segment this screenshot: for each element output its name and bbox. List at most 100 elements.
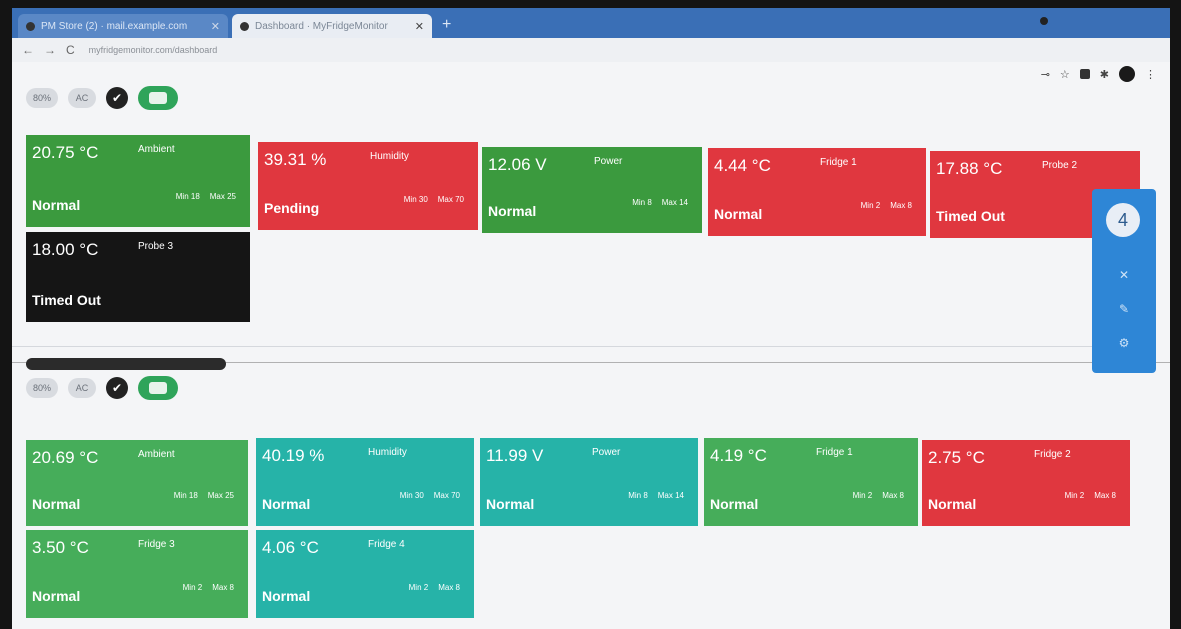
sensor-status: Normal [928,496,977,512]
settings-icon[interactable]: ⚙ [1116,335,1132,351]
range-min: Min 2 [182,583,203,592]
range-min: Min 2 [408,583,429,592]
sensor-card-fridge-3[interactable]: 3.50 °C Fridge 3 Min 2 Max 8 Normal [26,530,248,618]
sensor-name: Fridge 2 [1034,449,1071,460]
site-name [26,64,178,80]
reload-button[interactable]: C [66,43,75,57]
sensor-card-power[interactable]: 11.99 V Power Min 8 Max 14 Normal [480,438,698,526]
browser-window: PM Store (2) · mail.example.com ✕ Dashbo… [12,8,1170,629]
sensor-card-ambient[interactable]: 20.69 °C Ambient Min 18 Max 25 Normal [26,440,248,526]
sensor-name: Ambient [138,144,175,155]
sensor-name: Fridge 4 [368,539,405,550]
new-tab-button[interactable]: + [442,16,451,34]
sensor-card-fridge-1[interactable]: 4.19 °C Fridge 1 Min 2 Max 8 Normal [704,438,918,526]
toggle-knob-icon [149,382,168,394]
sensor-range: Min 30 Max 70 [400,491,460,500]
browser-tab-mail[interactable]: PM Store (2) · mail.example.com ✕ [18,14,228,38]
range-max: Max 25 [207,491,234,500]
close-icon[interactable]: ✕ [1116,267,1132,283]
sensor-reading: 4.19 °C [710,446,767,465]
sensor-reading: 3.50 °C [32,538,89,557]
sensor-range: Min 18 Max 25 [174,491,234,500]
toggle-knob-icon [149,92,168,104]
puzzle-icon[interactable]: ✱ [1100,68,1109,81]
site-name [26,358,226,370]
sensor-reading: 11.99 V [486,446,544,465]
range-min: Min 30 [403,195,428,204]
sensor-card-fridge-4[interactable]: 4.06 °C Fridge 4 Min 2 Max 8 Normal [256,530,474,618]
avatar[interactable] [1119,66,1135,82]
sensor-status: Normal [32,496,81,512]
favicon-icon [26,21,35,31]
sensor-card-power[interactable]: 12.06 V Power Min 8 Max 14 Normal [482,147,702,233]
sensor-card-fridge-1[interactable]: 4.44 °C Fridge 1 Min 2 Max 8 Normal [708,148,926,236]
sensor-name: Ambient [138,449,175,460]
kebab-menu-icon[interactable]: ⋮ [1145,68,1156,81]
sensor-status: Pending [264,200,320,216]
sensor-reading: 40.19 % [262,446,325,465]
edit-icon[interactable]: ✎ [1116,301,1132,317]
sensor-card-humidity[interactable]: 40.19 % Humidity Min 30 Max 70 Normal [256,438,474,526]
key-icon[interactable]: ⊸ [1041,68,1050,81]
close-tab-icon[interactable]: ✕ [211,20,220,33]
range-min: Min 18 [173,491,198,500]
sensor-name: Power [594,156,623,167]
battery-chip: 80% [26,88,59,108]
back-button[interactable]: ← [22,43,34,57]
sensor-status: Normal [486,496,535,512]
sensor-reading: 18.00 °C [32,240,99,259]
sensor-range: Min 2 Max 8 [409,583,460,592]
range-min: Min 8 [632,198,652,207]
tab-label: Dashboard · MyFridgeMonitor [255,20,388,32]
sensor-status: Timed Out [936,208,1005,224]
extension-icon[interactable] [1079,69,1090,79]
sensor-status: Timed Out [32,292,101,308]
close-tab-icon[interactable]: ✕ [415,20,424,33]
sensor-reading: 17.88 °C [936,159,1003,178]
selection-side-panel: 4 ✕ ✎ ⚙ [1092,189,1156,373]
sensor-status: Normal [714,206,763,222]
favicon-icon [240,21,249,31]
range-max: Max 8 [1094,491,1116,500]
range-min: Min 2 [860,201,881,210]
site-header: 80% AC ✔ [26,354,226,400]
sensor-range: Min 2 Max 8 [1065,491,1116,500]
sensor-name: Probe 3 [138,241,174,252]
range-max: Max 70 [433,491,460,500]
sensor-card-ambient[interactable]: 20.75 °C Ambient Min 18 Max 25 Normal [26,135,250,227]
range-max: Max 14 [657,491,684,500]
range-min: Min 30 [399,491,424,500]
sensor-status: Normal [262,496,311,512]
sensor-name: Fridge 1 [820,157,857,168]
site-toggle[interactable] [138,376,179,400]
range-max: Max 25 [209,192,236,201]
sensor-range: Min 2 Max 8 [853,491,904,500]
sensor-range: Min 2 Max 8 [861,201,912,210]
url-field[interactable]: myfridgemonitor.com/dashboard [89,45,218,55]
sensor-range: Min 18 Max 25 [176,192,236,201]
range-max: Max 8 [890,201,912,210]
window-menu-icon[interactable] [1040,17,1048,25]
site-toggle[interactable] [138,86,179,110]
sensor-reading: 2.75 °C [928,448,985,467]
sensor-card-fridge-2[interactable]: 2.75 °C Fridge 2 Min 2 Max 8 Normal [922,440,1130,526]
check-icon: ✔ [106,87,129,109]
sensor-name: Humidity [370,151,409,162]
sensor-name: Power [592,447,621,458]
sensor-card-humidity[interactable]: 39.31 % Humidity Min 30 Max 70 Pending [258,142,478,230]
browser-tab-dashboard[interactable]: Dashboard · MyFridgeMonitor ✕ [232,14,432,38]
sensor-name: Fridge 3 [138,539,175,550]
battery-chip: 80% [26,378,59,398]
sensor-name: Fridge 1 [816,447,853,458]
power-chip: AC [68,378,97,398]
range-max: Max 8 [438,583,460,592]
tab-strip: PM Store (2) · mail.example.com ✕ Dashbo… [12,8,1170,38]
star-icon[interactable]: ☆ [1060,68,1070,81]
forward-button[interactable]: → [44,43,56,57]
power-chip: AC [68,88,97,108]
site-chips: 80% AC ✔ [26,376,226,400]
sensor-reading: 20.69 °C [32,448,99,467]
sensor-name: Probe 2 [1042,160,1078,171]
sensor-card-probe-3[interactable]: 18.00 °C Probe 3 Timed Out [26,232,250,322]
range-min: Min 8 [628,491,648,500]
